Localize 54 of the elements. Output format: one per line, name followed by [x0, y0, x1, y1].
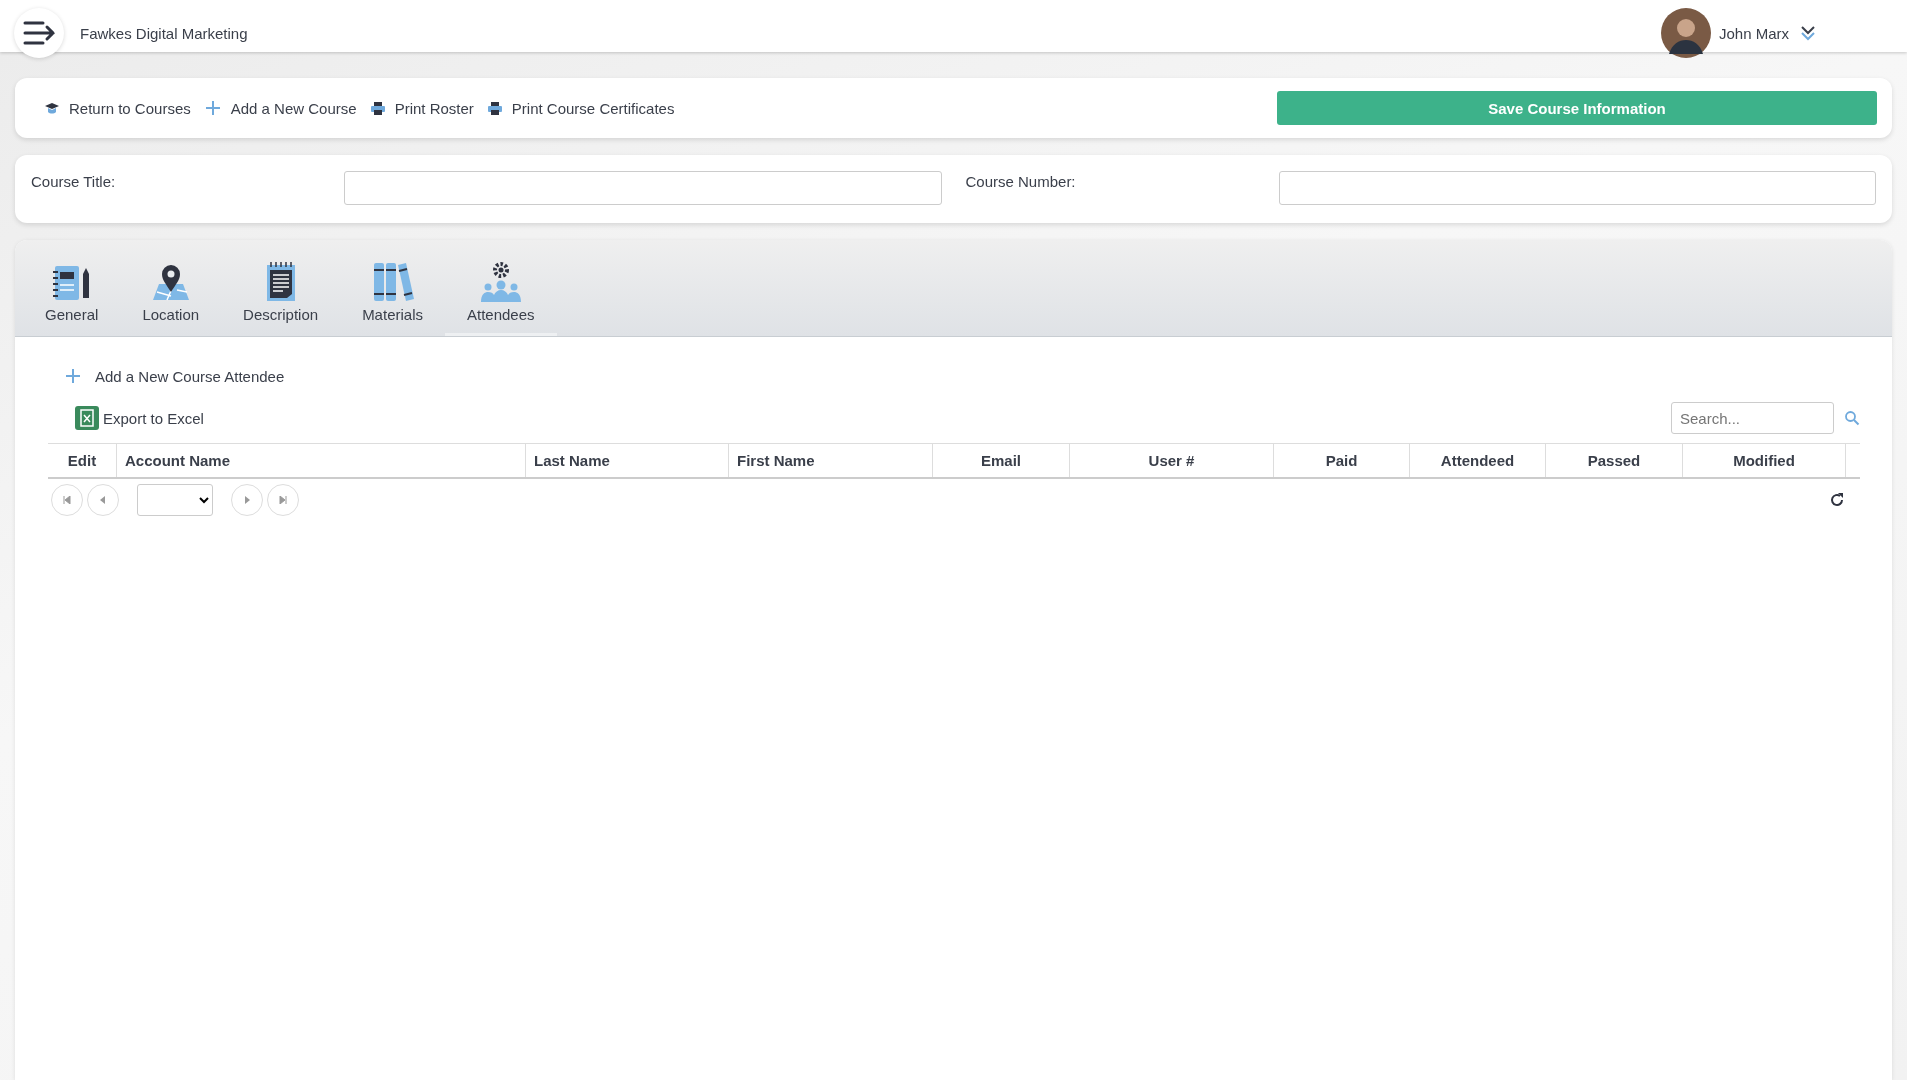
menu-icon: [22, 20, 56, 46]
user-name[interactable]: John Marx: [1718, 24, 1789, 42]
column-header[interactable]: User #: [1070, 444, 1274, 477]
field-label: Course Number:: [965, 172, 1077, 190]
tab[interactable]: General: [23, 264, 121, 336]
tab[interactable]: Attendees: [445, 262, 557, 336]
graduation-cap-icon: [45, 101, 59, 115]
input-field[interactable]: [1278, 171, 1876, 205]
add-attendee-link[interactable]: Add a New Course Attendee: [95, 367, 285, 385]
toolbar-link[interactable]: Print Course Certificates: [511, 99, 675, 117]
first-page-icon: [63, 496, 71, 504]
search-icon[interactable]: [1844, 410, 1860, 426]
menu-button[interactable]: [14, 8, 64, 58]
tab[interactable]: Description: [221, 262, 341, 336]
column-header[interactable]: Account Name: [117, 444, 526, 477]
last-page-icon: [279, 496, 287, 504]
column-header[interactable]: Passed: [1546, 444, 1683, 477]
page-size-select[interactable]: [137, 484, 213, 516]
avatar-icon[interactable]: [1660, 8, 1711, 58]
toolbar-link[interactable]: Print Roster: [394, 99, 474, 117]
people-gear-icon: [479, 262, 522, 302]
column-header[interactable]: First Name: [729, 444, 933, 477]
previous-icon: [99, 496, 107, 504]
column-header[interactable]: Last Name: [526, 444, 729, 477]
column-header[interactable]: Modified: [1683, 444, 1846, 477]
tab[interactable]: Location: [120, 262, 222, 336]
notebook-icon: [51, 264, 92, 302]
excel-icon: [75, 406, 99, 430]
input-field[interactable]: [344, 171, 942, 205]
column-header[interactable]: Attendeed: [1410, 444, 1546, 477]
column-header[interactable]: Edit: [48, 444, 117, 477]
chevron-icon[interactable]: [1799, 24, 1817, 42]
printer-icon: [487, 101, 502, 115]
printer-icon: [370, 101, 385, 115]
toolbar-link[interactable]: Return to Courses: [69, 99, 191, 117]
next-icon: [243, 496, 251, 504]
next-page-button[interactable]: [231, 484, 263, 516]
column-header[interactable]: Paid: [1274, 444, 1410, 477]
field-label: Course Title:: [31, 172, 117, 190]
column-header[interactable]: Email: [933, 444, 1070, 477]
notepad-icon: [264, 262, 297, 302]
plus-icon: [65, 368, 81, 384]
books-icon: [371, 262, 414, 302]
plus-icon: [204, 100, 221, 116]
map-pin-icon: [150, 262, 191, 302]
toolbar-link[interactable]: Add a New Course: [230, 99, 357, 117]
first-page-button[interactable]: [51, 484, 83, 516]
company-name: Fawkes Digital Marketing: [80, 24, 248, 42]
last-page-button[interactable]: [267, 484, 299, 516]
export-link[interactable]: Export to Excel: [103, 409, 204, 427]
previous-page-button[interactable]: [87, 484, 119, 516]
tab[interactable]: Materials: [340, 262, 445, 336]
search-field[interactable]: Search...: [1671, 402, 1834, 434]
refresh-icon[interactable]: [1828, 491, 1846, 509]
